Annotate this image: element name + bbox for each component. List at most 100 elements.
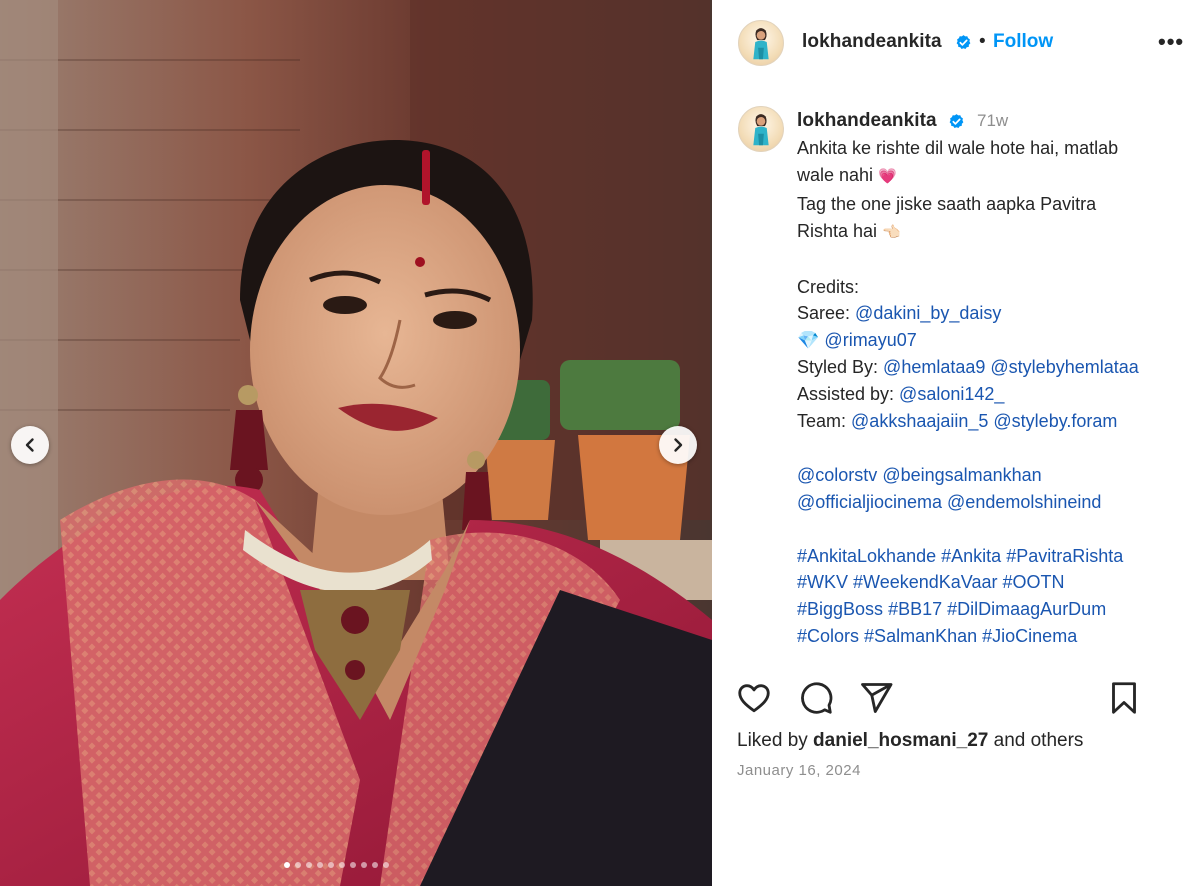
caption-author-username[interactable]: lokhandeankita: [797, 110, 937, 132]
post-photo: [0, 0, 712, 886]
caption-label: Assisted by:: [797, 384, 900, 405]
mention-link[interactable]: @endemolshineind: [947, 492, 1101, 512]
comment-button[interactable]: [798, 680, 834, 716]
mention-link[interactable]: @beingsalmankhan: [882, 465, 1041, 485]
caption-text: wale nahi: [797, 164, 874, 185]
caption-label: Saree:: [797, 303, 856, 324]
mention-link[interactable]: @stylebyhemlataa: [990, 357, 1138, 377]
mention-link[interactable]: @rimayu07: [824, 330, 916, 350]
caption-line: #Colors #SalmanKhan #JioCinema: [797, 623, 1192, 650]
post-date: January 16, 2024: [737, 762, 861, 779]
mention-link[interactable]: @officialjiocinema: [797, 492, 942, 512]
liked-by-prefix: Liked by: [737, 730, 814, 751]
chevron-right-icon: [674, 438, 683, 452]
post-caption: Ankita ke rishte dil wale hote hai, matl…: [797, 135, 1192, 657]
caption-line: wale nahi 💗: [797, 162, 1192, 191]
chevron-left-icon: [25, 438, 34, 452]
liked-by-suffix[interactable]: and others: [988, 730, 1084, 751]
verified-badge-icon: [956, 35, 971, 50]
bookmark-icon: [1112, 682, 1136, 714]
caption-label: 💎: [797, 330, 825, 351]
avatar-image: [753, 114, 769, 146]
hashtag-link[interactable]: #BB17: [888, 599, 942, 619]
caption-emoji: 👈🏻: [882, 223, 901, 241]
carousel-dot: [306, 862, 312, 868]
caption-emoji: 💗: [878, 167, 897, 185]
hashtag-link[interactable]: #WeekendKaVaar: [853, 572, 997, 592]
mention-link[interactable]: @styleby.foram: [993, 411, 1117, 431]
more-options-button[interactable]: •••: [1158, 29, 1184, 55]
caption-line: See translation: [797, 650, 1192, 657]
hashtag-link[interactable]: #DilDimaagAurDum: [947, 599, 1106, 619]
caption-line: Tag the one jiske saath aapka Pavitra: [797, 191, 1192, 218]
caption-author-avatar[interactable]: [738, 106, 784, 152]
comment-icon: [801, 682, 833, 714]
caption-line: Credits:: [797, 274, 1192, 301]
mention-link[interactable]: @colorstv: [797, 465, 877, 485]
like-button[interactable]: [736, 680, 772, 716]
hashtag-link[interactable]: #AnkitaLokhande: [797, 546, 936, 566]
hashtag-link[interactable]: #SalmanKhan: [864, 626, 977, 646]
share-button[interactable]: [858, 680, 894, 716]
mention-link[interactable]: @akkshaajaiin_5: [851, 411, 988, 431]
post-image[interactable]: [0, 0, 712, 886]
caption-line: Styled By: @hemlataa9 @stylebyhemlataa: [797, 354, 1192, 381]
mention-link[interactable]: @dakini_by_daisy: [855, 303, 1001, 323]
carousel-dot: [361, 862, 367, 868]
hashtag-link[interactable]: #WKV: [797, 572, 848, 592]
caption-label: Styled By:: [797, 357, 884, 378]
carousel-dot: [284, 862, 290, 868]
caption-line: Team: @akkshaajaiin_5 @styleby.foram: [797, 408, 1192, 435]
hashtag-link[interactable]: #JioCinema: [982, 626, 1077, 646]
caption-line: 💎 @rimayu07: [797, 327, 1192, 354]
mention-link[interactable]: @hemlataa9: [883, 357, 985, 377]
hashtag-link[interactable]: #Colors: [797, 626, 859, 646]
carousel-dot: [350, 862, 356, 868]
post-timestamp[interactable]: 71w: [977, 111, 1008, 131]
action-bar: [736, 680, 1176, 714]
caption-line: Ankita ke rishte dil wale hote hai, matl…: [797, 135, 1192, 162]
header-separator: •: [979, 31, 986, 52]
hashtag-link[interactable]: #PavitraRishta: [1006, 546, 1123, 566]
caption-line: Saree: @dakini_by_daisy: [797, 300, 1192, 327]
caption-line: #AnkitaLokhande #Ankita #PavitraRishta: [797, 543, 1192, 570]
heart-icon: [738, 684, 770, 713]
save-button[interactable]: [1106, 680, 1142, 716]
caption-text: Rishta hai: [797, 220, 878, 241]
share-icon: [861, 683, 893, 713]
avatar-image: [753, 28, 769, 60]
author-username[interactable]: lokhandeankita: [802, 31, 942, 53]
carousel-next-button[interactable]: [659, 426, 697, 464]
carousel-dot: [339, 862, 345, 868]
caption-line: @colorstv @beingsalmankhan: [797, 462, 1192, 489]
carousel-dot: [317, 862, 323, 868]
caption-line: #WKV #WeekendKaVaar #OOTN: [797, 569, 1192, 596]
carousel-dot: [328, 862, 334, 868]
caption-line: #BiggBoss #BB17 #DilDimaagAurDum: [797, 596, 1192, 623]
caption-text: Tag the one jiske saath aapka Pavitra: [797, 193, 1097, 214]
follow-button[interactable]: Follow: [993, 31, 1053, 53]
liked-by-user[interactable]: daniel_hosmani_27: [813, 730, 988, 751]
hashtag-link[interactable]: #Ankita: [941, 546, 1001, 566]
caption-text: Ankita ke rishte dil wale hote hai, matl…: [797, 138, 1119, 158]
see-translation-link[interactable]: See translation: [797, 656, 897, 657]
hashtag-link[interactable]: #OOTN: [1002, 572, 1064, 592]
carousel-dot: [383, 862, 389, 868]
carousel-dot: [295, 862, 301, 868]
mention-link[interactable]: @saloni142_: [899, 384, 1004, 404]
caption-line: Rishta hai 👈🏻: [797, 218, 1192, 247]
post-details-panel: lokhandeankita • Follow ••• lokhandeanki…: [712, 0, 1200, 886]
hashtag-link[interactable]: #BiggBoss: [797, 599, 883, 619]
author-avatar[interactable]: [738, 20, 784, 66]
caption-label: Team:: [797, 411, 852, 432]
carousel-indicator: [284, 862, 389, 868]
carousel-dot: [372, 862, 378, 868]
caption-line: @officialjiocinema @endemolshineind: [797, 489, 1192, 516]
carousel-prev-button[interactable]: [11, 426, 49, 464]
caption-line: Assisted by: @saloni142_: [797, 381, 1192, 408]
caption-text: Credits:: [797, 276, 860, 297]
likes-summary[interactable]: Liked by daniel_hosmani_27 and others: [737, 730, 1083, 752]
